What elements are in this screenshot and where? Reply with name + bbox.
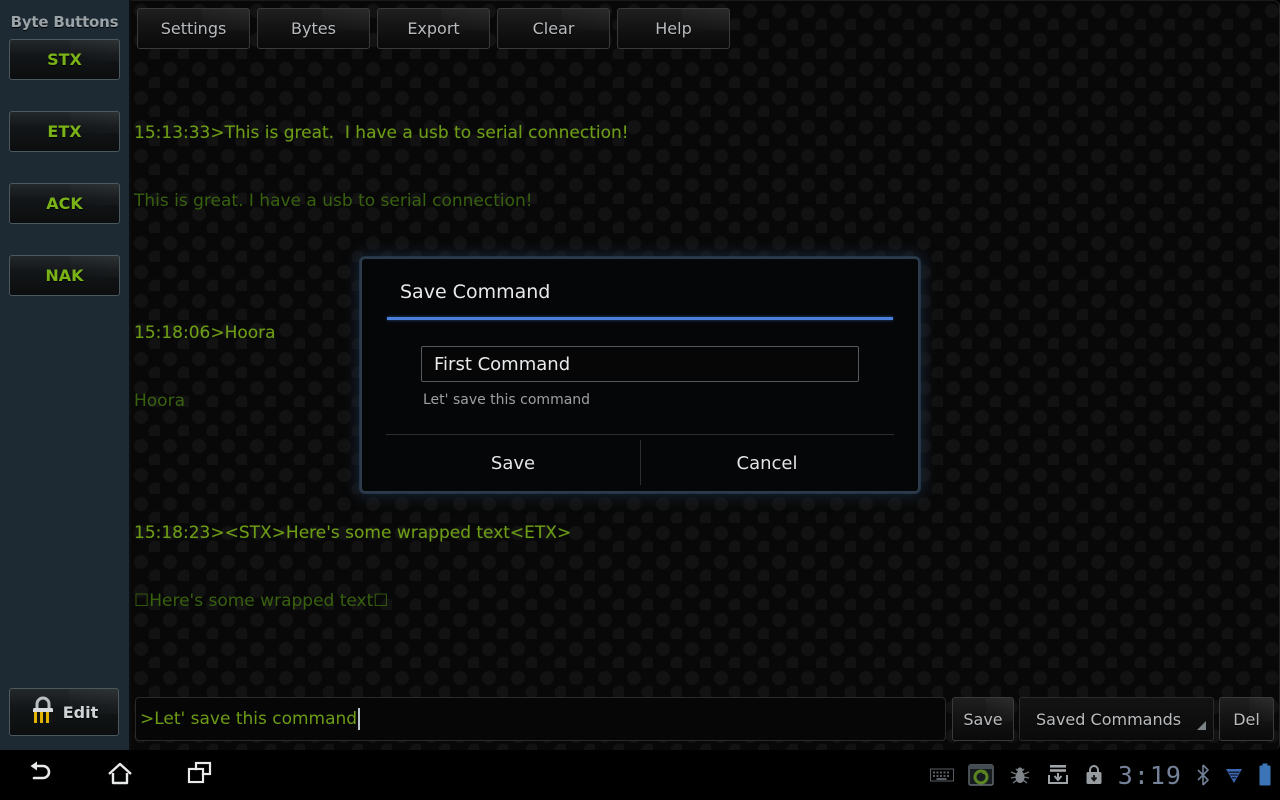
dialog-save-button[interactable]: Save [386, 435, 640, 491]
save-command-dialog-overlay: Save Command First Command Let' save thi… [360, 257, 920, 493]
sidebar-title: Byte Buttons [0, 0, 129, 31]
spacer [0, 80, 129, 103]
system-navigation-bar: 3:19 [0, 750, 1280, 800]
terminal-line: 15:13:33>This is great. I have a usb to … [134, 122, 1279, 145]
spacer [0, 152, 129, 175]
keyboard-icon[interactable] [930, 767, 954, 783]
byte-button-stx[interactable]: STX [9, 39, 120, 80]
back-button[interactable] [0, 750, 80, 800]
dialog-hint-text: Let' save this command [421, 382, 859, 408]
delete-command-button[interactable]: Del [1219, 697, 1274, 741]
clear-button[interactable]: Clear [497, 8, 610, 49]
toolbar-button-label: Help [655, 19, 691, 38]
byte-buttons-sidebar: Byte Buttons STX ETX ACK NAK [0, 0, 131, 750]
home-button[interactable] [80, 750, 160, 800]
top-toolbar: Settings Bytes Export Clear Help [131, 8, 737, 49]
text-caret [358, 708, 360, 730]
byte-button-label: ACK [46, 194, 83, 213]
command-input-value: >Let' save this command [140, 709, 357, 729]
download-tray-icon[interactable] [1046, 764, 1070, 786]
device-screen: Byte Buttons STX ETX ACK NAK [0, 0, 1280, 800]
signal-triangle-icon[interactable] [1224, 765, 1244, 785]
status-clock: 3:19 [1118, 761, 1182, 790]
command-name-value: First Command [434, 354, 570, 375]
dialog-actions: Save Cancel [386, 435, 894, 491]
chevron-down-icon [1197, 721, 1206, 730]
terminal-line: ☐Here's some wrapped text☐ [134, 590, 1279, 613]
byte-button-nak[interactable]: NAK [9, 255, 120, 296]
toolbar-button-label: Bytes [291, 19, 336, 38]
bytes-button[interactable]: Bytes [257, 8, 370, 49]
help-button[interactable]: Help [617, 8, 730, 49]
save-command-dialog: Save Command First Command Let' save thi… [360, 257, 920, 493]
terminal-line: This is great. I have a usb to serial co… [134, 190, 1279, 213]
recent-apps-icon [185, 760, 215, 790]
padlock-icon [30, 695, 56, 729]
recent-apps-button[interactable] [160, 750, 240, 800]
bluetooth-icon[interactable] [1196, 764, 1210, 786]
usb-debug-bug-icon[interactable] [1008, 764, 1032, 786]
edit-byte-buttons-button[interactable]: Edit [9, 688, 119, 736]
byte-button-label: NAK [45, 266, 83, 285]
save-command-button[interactable]: Save [952, 697, 1014, 741]
spacer [0, 224, 129, 247]
secure-lock-icon[interactable] [1084, 764, 1104, 786]
battery-full-icon[interactable] [1258, 763, 1272, 787]
toolbar-button-label: Export [407, 19, 459, 38]
export-button[interactable]: Export [377, 8, 490, 49]
saved-commands-label: Saved Commands [1036, 710, 1181, 729]
command-name-input[interactable]: First Command [421, 346, 859, 382]
dialog-title: Save Command [386, 259, 894, 303]
screenshot-icon[interactable] [968, 764, 994, 786]
saved-commands-dropdown[interactable]: Saved Commands [1019, 697, 1214, 741]
byte-button-label: STX [47, 50, 82, 69]
byte-button-ack[interactable]: ACK [9, 183, 120, 224]
dialog-body: First Command Let' save this command [386, 320, 894, 408]
home-icon [105, 760, 135, 791]
edit-button-label: Edit [63, 703, 99, 722]
byte-button-etx[interactable]: ETX [9, 111, 120, 152]
status-icons: 3:19 [930, 750, 1272, 800]
toolbar-button-label: Settings [161, 19, 227, 38]
settings-button[interactable]: Settings [137, 8, 250, 49]
save-command-label: Save [963, 710, 1002, 729]
dialog-cancel-label: Cancel [737, 453, 798, 474]
dialog-cancel-button[interactable]: Cancel [640, 435, 894, 491]
terminal-line: 15:18:23><STX>Here's some wrapped text<E… [134, 522, 1279, 545]
command-input[interactable]: >Let' save this command [135, 697, 946, 741]
toolbar-button-label: Clear [533, 19, 575, 38]
command-bar: >Let' save this command Save Saved Comma… [131, 693, 1279, 750]
delete-command-label: Del [1233, 710, 1260, 729]
dialog-save-label: Save [491, 453, 535, 474]
back-arrow-icon [25, 760, 55, 790]
byte-button-label: ETX [47, 122, 81, 141]
